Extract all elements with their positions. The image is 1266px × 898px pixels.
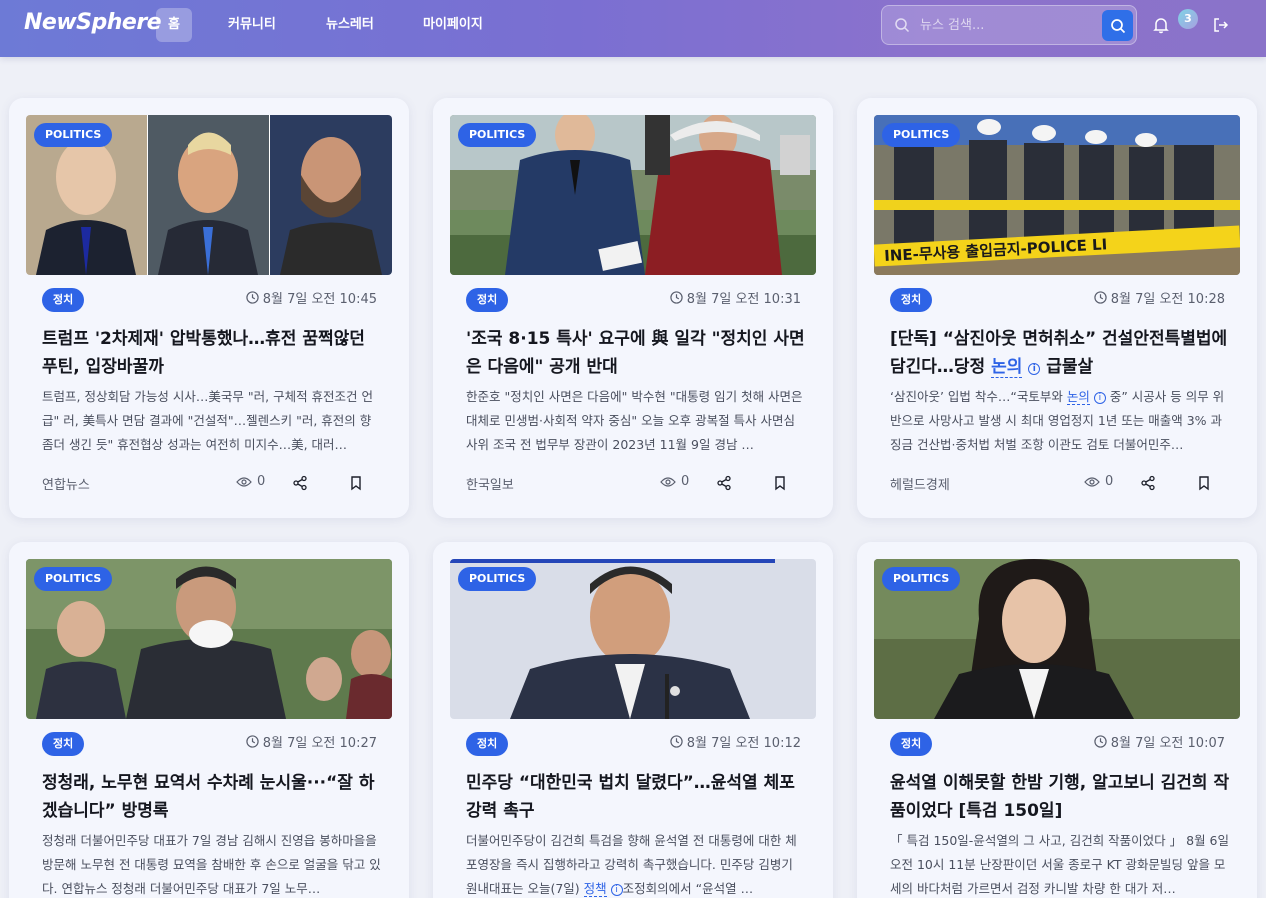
glossary-term[interactable]: 논의 bbox=[1066, 389, 1090, 405]
timestamp: 8월 7일 오전 10:07 bbox=[1094, 732, 1225, 751]
nav-newsletter[interactable]: 뉴스레터 bbox=[316, 8, 384, 42]
news-title[interactable]: 민주당 “대한민국 법치 달렸다”…윤석열 체포 강력 촉구 bbox=[466, 769, 806, 825]
category-tag[interactable]: 정치 bbox=[466, 732, 509, 756]
clock-icon bbox=[1094, 735, 1107, 748]
eye-icon bbox=[660, 476, 676, 487]
eye-icon bbox=[236, 476, 252, 487]
share-icon[interactable] bbox=[1140, 475, 1156, 491]
news-thumbnail[interactable]: POLITICS bbox=[450, 115, 816, 275]
news-thumbnail[interactable]: POLITICS bbox=[874, 559, 1240, 719]
news-source: 연합뉴스 bbox=[42, 478, 90, 493]
share-icon[interactable] bbox=[292, 475, 308, 491]
nav-home[interactable]: 홈 bbox=[156, 8, 192, 42]
news-title[interactable]: 정청래, 노무현 묘역서 수차례 눈시울···“잘 하겠습니다” 방명록 bbox=[42, 769, 382, 825]
timestamp: 8월 7일 오전 10:31 bbox=[670, 288, 801, 307]
news-title[interactable]: [단독] “삼진아웃 면허취소” 건설안전특별법에 담긴다…당정 논의 i 급물… bbox=[890, 325, 1230, 381]
news-card[interactable]: POLITICS 정치 8월 7일 오전 10:31 '조국 8·15 특사' … bbox=[433, 98, 833, 518]
title-text: 급물살 bbox=[1040, 357, 1094, 377]
clock-icon bbox=[670, 291, 683, 304]
info-icon[interactable]: i bbox=[1093, 392, 1106, 404]
timestamp-text: 8월 7일 오전 10:45 bbox=[262, 292, 377, 307]
timestamp-text: 8월 7일 오전 10:12 bbox=[686, 736, 801, 751]
news-summary: 정청래 더불어민주당 대표가 7일 경남 김해시 진영읍 봉하마을을 방문해 노… bbox=[42, 833, 381, 896]
news-card[interactable]: INE-무사용 출입금지-POLICE LI POLITICS 정치 8월 7일… bbox=[857, 98, 1257, 518]
notification-badge[interactable]: 3 bbox=[1178, 9, 1198, 29]
summary-text: ‘삼진아웃’ 입법 착수…“국토부와 bbox=[890, 389, 1067, 404]
view-count: 0 bbox=[236, 474, 265, 489]
news-title[interactable]: 윤석열 이해못할 한밤 기행, 알고보니 김건희 작품이었다 [특검 150일] bbox=[890, 769, 1230, 825]
category-badge: POLITICS bbox=[458, 567, 537, 591]
category-tag[interactable]: 정치 bbox=[42, 732, 85, 756]
timestamp: 8월 7일 오전 10:12 bbox=[670, 732, 801, 751]
category-tag[interactable]: 정치 bbox=[42, 288, 85, 312]
logout-icon[interactable] bbox=[1212, 16, 1230, 34]
glossary-term[interactable]: 논의 bbox=[991, 357, 1023, 378]
news-title[interactable]: 트럼프 '2차제재' 압박통했나…휴전 꿈쩍않던 푸틴, 입장바꿀까 bbox=[42, 325, 382, 381]
news-source: 한국일보 bbox=[466, 478, 514, 493]
category-badge: POLITICS bbox=[882, 123, 961, 147]
glossary-term[interactable]: 정책 bbox=[583, 881, 607, 897]
share-icon[interactable] bbox=[716, 475, 732, 491]
timestamp-text: 8월 7일 오전 10:27 bbox=[262, 736, 377, 751]
timestamp: 8월 7일 오전 10:28 bbox=[1094, 288, 1225, 307]
news-summary: ‘삼진아웃’ 입법 착수…“국토부와 논의 i 중” 시공사 등 의무 위반으로… bbox=[890, 385, 1230, 457]
category-badge: POLITICS bbox=[34, 123, 113, 147]
view-count-text: 0 bbox=[257, 474, 266, 489]
nav-community[interactable]: 커뮤니티 bbox=[218, 8, 286, 42]
category-badge: POLITICS bbox=[882, 567, 961, 591]
news-card[interactable]: POLITICS 정치 8월 7일 오전 10:07 윤석열 이해못할 한밤 기… bbox=[857, 542, 1257, 898]
search-icon bbox=[895, 18, 910, 33]
view-count: 0 bbox=[660, 474, 689, 489]
category-tag[interactable]: 정치 bbox=[890, 288, 933, 312]
search-input[interactable] bbox=[920, 14, 1090, 36]
clock-icon bbox=[246, 735, 259, 748]
view-count-text: 0 bbox=[1105, 474, 1114, 489]
news-title[interactable]: '조국 8·15 특사' 요구에 與 일각 "정치인 사면은 다음에" 공개 반… bbox=[466, 325, 806, 381]
news-summary: 한준호 "정치인 사면은 다음에" 박수현 "대통령 임기 첫해 사면은 대체로… bbox=[466, 389, 803, 452]
view-count: 0 bbox=[1084, 474, 1113, 489]
timestamp-text: 8월 7일 오전 10:31 bbox=[686, 292, 801, 307]
category-badge: POLITICS bbox=[34, 567, 113, 591]
clock-icon bbox=[246, 291, 259, 304]
news-source: 헤럴드경제 bbox=[890, 478, 950, 493]
clock-icon bbox=[670, 735, 683, 748]
bookmark-icon[interactable] bbox=[348, 475, 364, 491]
news-summary: 트럼프, 정상회담 가능성 시사…美국무 "러, 구체적 휴전조건 언급" 러,… bbox=[42, 389, 374, 452]
search-icon bbox=[1110, 18, 1125, 33]
eye-icon bbox=[1084, 476, 1100, 487]
news-summary: 「 특검 150일-윤석열의 그 사고, 김건희 작품이었다 」 8월 6일 오… bbox=[890, 833, 1230, 896]
timestamp: 8월 7일 오전 10:27 bbox=[246, 732, 377, 751]
news-card[interactable]: POLITICS 정치 8월 7일 오전 10:45 트럼프 '2차제재' 압박… bbox=[9, 98, 409, 518]
news-summary: 더불어민주당이 김건희 특검을 향해 윤석열 전 대통령에 대한 체포영장을 즉… bbox=[466, 829, 806, 898]
category-tag[interactable]: 정치 bbox=[890, 732, 933, 756]
category-badge: POLITICS bbox=[458, 123, 537, 147]
news-thumbnail[interactable]: POLITICS bbox=[26, 559, 392, 719]
bookmark-icon[interactable] bbox=[1196, 475, 1212, 491]
timestamp-text: 8월 7일 오전 10:28 bbox=[1110, 292, 1225, 307]
top-navbar: NewSphere 홈 커뮤니티 뉴스레터 마이페이지 3 bbox=[0, 0, 1266, 57]
timestamp: 8월 7일 오전 10:45 bbox=[246, 288, 377, 307]
news-thumbnail[interactable]: INE-무사용 출입금지-POLICE LI POLITICS bbox=[874, 115, 1240, 275]
search-button[interactable] bbox=[1102, 10, 1133, 41]
news-thumbnail[interactable]: POLITICS bbox=[450, 559, 816, 719]
search-box bbox=[881, 5, 1137, 45]
site-logo[interactable]: NewSphere bbox=[24, 10, 162, 35]
news-card[interactable]: POLITICS 정치 8월 7일 오전 10:27 정청래, 노무현 묘역서 … bbox=[9, 542, 409, 898]
category-tag[interactable]: 정치 bbox=[466, 288, 509, 312]
info-icon[interactable]: i bbox=[1028, 363, 1041, 375]
info-icon[interactable]: i bbox=[610, 884, 623, 896]
news-thumbnail[interactable]: POLITICS bbox=[26, 115, 392, 275]
timestamp-text: 8월 7일 오전 10:07 bbox=[1110, 736, 1225, 751]
view-count-text: 0 bbox=[681, 474, 690, 489]
nav-mypage[interactable]: 마이페이지 bbox=[413, 8, 493, 42]
bell-icon[interactable] bbox=[1152, 16, 1170, 34]
bookmark-icon[interactable] bbox=[772, 475, 788, 491]
news-card[interactable]: POLITICS 정치 8월 7일 오전 10:12 민주당 “대한민국 법치 … bbox=[433, 542, 833, 898]
clock-icon bbox=[1094, 291, 1107, 304]
summary-text: 조정회의에서 “윤석열 … bbox=[622, 881, 754, 896]
